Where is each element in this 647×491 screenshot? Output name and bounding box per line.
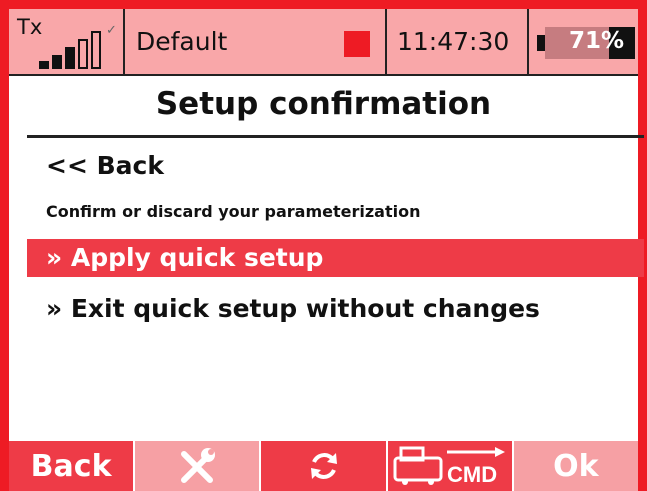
battery-percent: 71% [569,28,625,54]
clock-time: 11:47:30 [397,27,510,56]
ok-label: Ok [553,448,599,484]
signal-bar [91,31,101,69]
back-link[interactable]: << Back [46,151,164,180]
signal-bar [78,39,88,69]
signal-bar [52,55,62,69]
status-bar: Tx ✓ Default 11:47:30 71% [9,9,638,76]
battery-icon [537,35,545,51]
wrench-screwdriver-icon [181,448,216,483]
title-divider [27,135,644,138]
apply-quick-setup-option[interactable]: » Apply quick setup [27,239,644,277]
exit-without-changes-option[interactable]: » Exit quick setup without changes [27,290,644,328]
refresh-button[interactable] [261,441,386,491]
check-icon: ✓ [106,23,117,38]
model-name: Default [136,27,228,56]
footer-bar: Back CMD Ok [9,441,639,491]
page-subtitle: Confirm or discard your parameterization [46,202,421,221]
ok-button[interactable]: Ok [513,441,639,491]
record-icon [344,31,370,57]
cmd-button[interactable]: CMD [387,441,512,491]
transmitter-cmd-icon: CMD [393,446,505,487]
clock-cell: 11:47:30 [387,9,529,74]
signal-bar [65,47,75,69]
refresh-icon [310,453,337,479]
tx-signal-indicator: Tx ✓ [9,9,125,74]
footer-back-button[interactable]: Back [9,441,134,491]
battery-indicator: 71% [529,9,638,74]
signal-bar [39,61,49,69]
page-title: Setup confirmation [155,86,492,122]
cmd-label: CMD [447,462,497,487]
tools-button[interactable] [135,441,260,491]
model-name-cell[interactable]: Default [125,9,387,74]
footer-back-label: Back [30,448,112,484]
